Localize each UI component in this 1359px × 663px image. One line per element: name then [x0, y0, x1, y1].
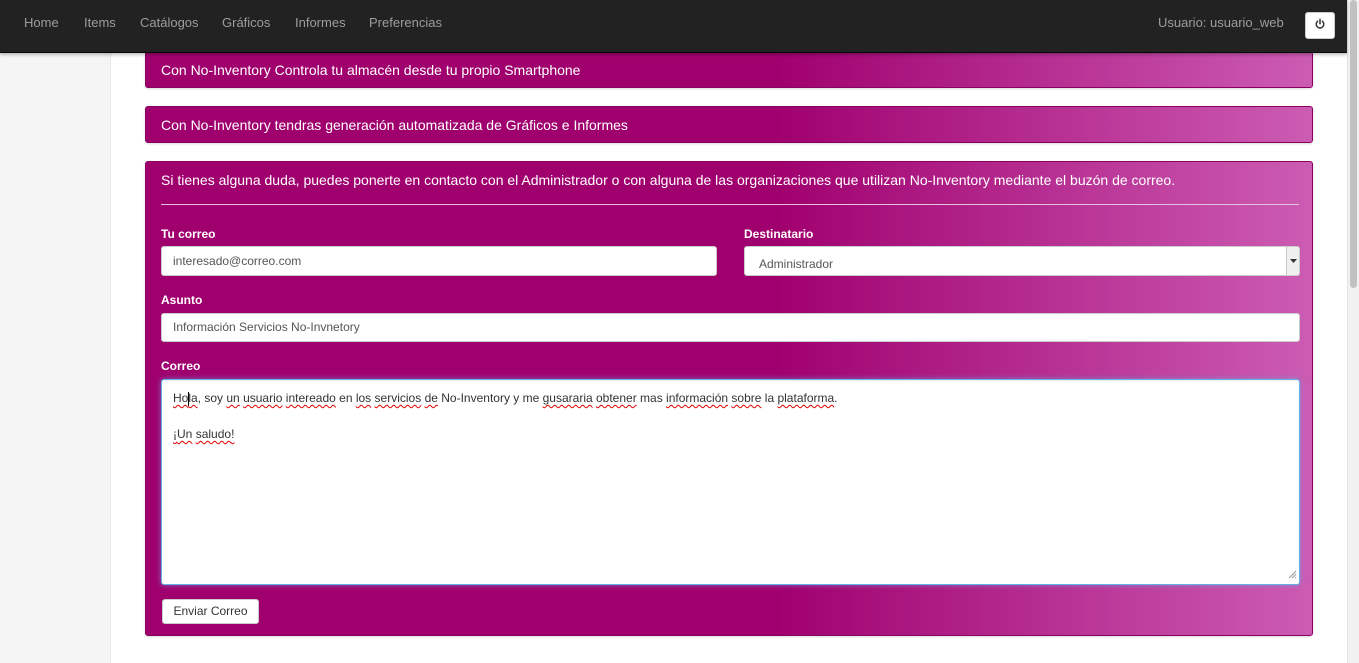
recipient-label: Destinatario [744, 227, 814, 241]
subject-field[interactable]: Información Servicios No-Invnetory [161, 313, 1300, 342]
misspelled-word: servicios [374, 391, 422, 405]
email-field[interactable]: interesado@correo.com [161, 246, 717, 276]
message-text: , soy [197, 391, 227, 405]
misspelled-word: plataforma [777, 391, 835, 405]
scrollbar-thumb[interactable] [1350, 0, 1357, 288]
message-text: No-Inventory y me [437, 391, 543, 405]
user-label: Usuario: usuario_web [1158, 15, 1284, 30]
misspelled-word: un [226, 391, 240, 405]
email-label: Tu correo [161, 227, 216, 241]
send-email-button[interactable]: Enviar Correo [162, 599, 259, 624]
resize-grip-icon[interactable] [1288, 568, 1297, 582]
misspelled-word: sobre [731, 391, 762, 405]
nav-catalogos[interactable]: Catálogos [140, 0, 199, 45]
page-scrollbar[interactable] [1347, 0, 1359, 663]
contact-intro-text: Si tienes alguna duda, puedes ponerte en… [161, 172, 1176, 188]
misspelled-word: Hola [173, 391, 198, 406]
power-icon [1314, 17, 1326, 35]
nav-graficos[interactable]: Gráficos [222, 0, 270, 45]
top-navbar: Home Items Catálogos Gráficos Informes P… [0, 0, 1347, 53]
misspelled-word: de [424, 391, 438, 405]
panel-smartphone: Con No-Inventory Controla tu almacén des… [145, 51, 1313, 88]
panel-smartphone-text: Con No-Inventory Controla tu almacén des… [161, 62, 581, 78]
misspelled-word: información [666, 391, 729, 405]
nav-home[interactable]: Home [24, 0, 59, 45]
message-line-1: Hola, soy un usuario intereado en los se… [173, 389, 1288, 407]
misspelled-word: gusararia [542, 391, 593, 405]
chevron-down-icon[interactable] [1286, 247, 1299, 275]
contact-panel: Si tienes alguna duda, puedes ponerte en… [145, 161, 1313, 636]
misspelled-word: usuario [243, 391, 283, 405]
text-caret [187, 391, 189, 406]
message-line-2: ¡Un saludo! [173, 425, 1288, 443]
recipient-select[interactable]: Administrador [744, 246, 1300, 276]
message-text: en [335, 391, 356, 405]
logout-button[interactable] [1305, 12, 1335, 39]
misspelled-word: Un [177, 427, 193, 441]
message-text: la [761, 391, 778, 405]
nav-informes[interactable]: Informes [295, 0, 346, 45]
misspelled-word: intereado [285, 391, 336, 405]
message-textarea[interactable]: Hola, soy un usuario intereado en los se… [161, 379, 1300, 585]
panel-reports-text: Con No-Inventory tendras generación auto… [161, 117, 628, 133]
recipient-selected-value: Administrador [759, 257, 834, 271]
misspelled-word: ! [231, 427, 235, 441]
misspelled-word: los [355, 391, 372, 405]
sidebar [0, 53, 111, 663]
message-text: . [834, 391, 838, 405]
nav-items[interactable]: Items [84, 0, 116, 45]
subject-label: Asunto [161, 293, 203, 307]
misspelled-word: obtener [596, 391, 637, 405]
divider [161, 204, 1299, 205]
panel-reports: Con No-Inventory tendras generación auto… [145, 106, 1313, 143]
message-text: mas [636, 391, 667, 405]
nav-preferencias[interactable]: Preferencias [369, 0, 442, 45]
misspelled-word: saludo [195, 427, 232, 441]
body-label: Correo [161, 359, 201, 373]
